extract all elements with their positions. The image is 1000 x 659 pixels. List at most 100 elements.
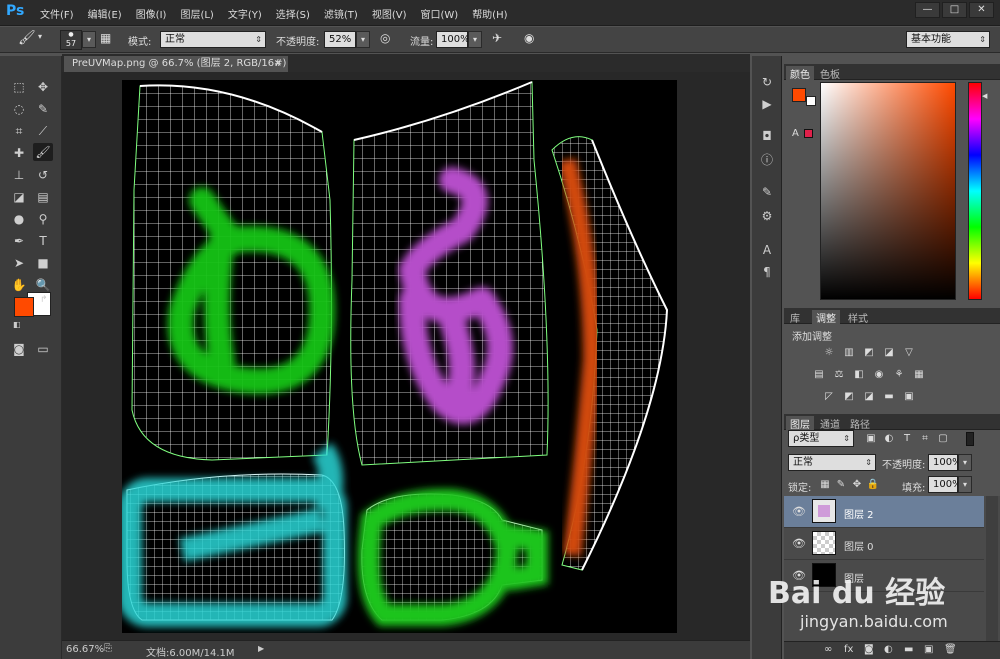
visibility-eye-icon[interactable]: 👁 xyxy=(792,537,806,550)
filter-shape-icon[interactable]: ⌗ xyxy=(918,433,932,445)
tab-styles[interactable]: 样式 xyxy=(844,310,872,325)
filter-toggle[interactable] xyxy=(966,432,974,446)
clone-source-icon[interactable]: ⚙ xyxy=(759,208,775,224)
brushes-icon[interactable]: ✎ xyxy=(759,184,775,200)
layer-style-icon[interactable]: fx xyxy=(844,644,853,655)
foreground-color-swatch[interactable] xyxy=(14,297,34,317)
restore-button[interactable]: □ xyxy=(942,2,967,18)
menu-type[interactable]: 文字(Y) xyxy=(228,6,262,21)
eraser-icon[interactable]: ◪ xyxy=(9,188,29,206)
history-icon[interactable]: ↻ xyxy=(759,74,775,90)
opacity-input[interactable]: 52% xyxy=(324,31,356,48)
threshold-icon[interactable]: ◪ xyxy=(862,391,876,403)
filter-adjust-icon[interactable]: ◐ xyxy=(882,433,896,445)
default-colors-icon[interactable]: ◧ xyxy=(13,320,21,329)
black-white-icon[interactable]: ◧ xyxy=(852,369,866,381)
swap-colors-icon[interactable]: ↱ xyxy=(40,295,48,305)
add-mask-icon[interactable]: ◙ xyxy=(864,644,874,655)
filter-type-icon[interactable]: T xyxy=(900,433,914,445)
pen-icon[interactable]: ✒ xyxy=(9,232,29,250)
layer-filter-select[interactable]: ρ类型 ⇕ xyxy=(788,430,854,447)
close-button[interactable]: ✕ xyxy=(969,2,994,18)
path-select-icon[interactable]: ➤ xyxy=(9,254,29,272)
filter-smart-icon[interactable]: ▢ xyxy=(936,433,950,445)
tab-layers[interactable]: 图层 xyxy=(786,416,814,431)
lock-position-icon[interactable]: ✥ xyxy=(850,479,864,491)
opacity-dropdown-icon[interactable]: ▾ xyxy=(356,31,370,48)
lock-transparent-icon[interactable]: ▦ xyxy=(818,479,832,491)
menu-view[interactable]: 视图(V) xyxy=(372,6,407,21)
crop-icon[interactable]: ⌗ xyxy=(9,122,29,140)
brush-preset-picker[interactable]: ● 57 xyxy=(60,30,82,50)
layer-name[interactable]: 图层 2 xyxy=(844,506,874,521)
layer-opacity-dropdown-icon[interactable]: ▾ xyxy=(958,454,972,471)
menu-image[interactable]: 图像(I) xyxy=(136,6,167,21)
character-icon[interactable]: A xyxy=(759,242,775,258)
curves-icon[interactable]: ◩ xyxy=(862,347,876,359)
hue-saturation-icon[interactable]: ▤ xyxy=(812,369,826,381)
layers-scrollbar[interactable] xyxy=(986,496,998,641)
flow-input[interactable]: 100% xyxy=(436,31,470,48)
posterize-icon[interactable]: ◩ xyxy=(842,391,856,403)
minimize-button[interactable]: — xyxy=(915,2,940,18)
device-preview-icon[interactable]: ◘ xyxy=(759,128,775,144)
invert-icon[interactable]: ◸ xyxy=(822,391,836,403)
status-menu-arrow-icon[interactable]: ▶ xyxy=(258,644,264,653)
flow-dropdown-icon[interactable]: ▾ xyxy=(468,31,482,48)
color-fg-swatch[interactable] xyxy=(792,88,806,102)
levels-icon[interactable]: ▥ xyxy=(842,347,856,359)
lock-pixels-icon[interactable]: ✎ xyxy=(834,479,848,491)
selective-color-icon[interactable]: ▣ xyxy=(902,391,916,403)
tab-paths[interactable]: 路径 xyxy=(846,416,874,431)
screen-mode-icon[interactable]: ▭ xyxy=(33,340,53,358)
paragraph-icon[interactable]: ¶ xyxy=(759,264,775,280)
uv-map-canvas[interactable] xyxy=(122,80,677,633)
healing-icon[interactable]: ✚ xyxy=(9,144,29,162)
pressure-opacity-icon[interactable]: ◎ xyxy=(380,31,390,45)
tab-swatches[interactable]: 色板 xyxy=(816,66,844,81)
channel-mixer-icon[interactable]: ⚘ xyxy=(892,369,906,381)
layer-row[interactable]: 👁 图层 0 xyxy=(784,528,984,560)
hand-icon[interactable]: ✋ xyxy=(9,276,29,294)
menu-layer[interactable]: 图层(L) xyxy=(180,6,213,21)
vibrance-icon[interactable]: ▽ xyxy=(902,347,916,359)
link-layers-icon[interactable]: ∞ xyxy=(824,644,832,655)
mode-select[interactable]: 正常 ⇕ xyxy=(160,31,266,48)
type-icon[interactable]: T xyxy=(33,232,53,250)
marquee-icon[interactable]: ⬚ xyxy=(9,78,29,96)
exposure-icon[interactable]: ◪ xyxy=(882,347,896,359)
brush-icon[interactable]: 🖌 xyxy=(33,143,53,161)
stamp-icon[interactable]: ⊥ xyxy=(9,166,29,184)
tab-adjustments[interactable]: 调整 xyxy=(812,310,840,325)
brightness-icon[interactable]: ☼ xyxy=(822,347,836,359)
menu-window[interactable]: 窗口(W) xyxy=(420,6,458,21)
menu-help[interactable]: 帮助(H) xyxy=(472,6,507,21)
tab-library[interactable]: 库 xyxy=(786,310,804,325)
delete-layer-icon[interactable]: 🗑 xyxy=(944,644,957,655)
tab-color[interactable]: 颜色 xyxy=(786,66,814,81)
tool-preset-arrow-icon[interactable]: ▾ xyxy=(38,32,42,41)
fill-input[interactable]: 100% xyxy=(928,476,962,493)
menu-edit[interactable]: 编辑(E) xyxy=(88,6,122,21)
eyedropper-icon[interactable]: ⟋ xyxy=(33,122,53,140)
airbrush-icon[interactable]: ✈ xyxy=(492,31,502,45)
photo-filter-icon[interactable]: ◉ xyxy=(872,369,886,381)
quick-select-icon[interactable]: ✎ xyxy=(33,100,53,118)
shape-icon[interactable]: ■ xyxy=(33,254,53,272)
quick-mask-icon[interactable]: ◙ xyxy=(9,340,29,358)
blend-mode-select[interactable]: 正常 ⇕ xyxy=(788,454,876,471)
hue-slider[interactable] xyxy=(968,82,982,300)
gamut-warning-swatch[interactable] xyxy=(804,129,813,138)
tab-close-icon[interactable]: × xyxy=(274,56,282,71)
pressure-size-icon[interactable]: ◉ xyxy=(524,31,534,45)
brush-preset-arrow-icon[interactable]: ▾ xyxy=(82,31,96,48)
fill-dropdown-icon[interactable]: ▾ xyxy=(958,476,972,493)
dodge-icon[interactable]: ⚲ xyxy=(33,210,53,228)
zoom-level[interactable]: 66.67% xyxy=(66,644,104,655)
visibility-eye-icon[interactable]: 👁 xyxy=(792,505,806,518)
color-lookup-icon[interactable]: ▦ xyxy=(912,369,926,381)
new-adjustment-icon[interactable]: ◐ xyxy=(884,644,893,655)
hue-marker-icon[interactable]: ◀ xyxy=(982,92,987,100)
new-layer-icon[interactable]: ▣ xyxy=(924,644,933,655)
blur-icon[interactable]: ● xyxy=(9,210,29,228)
